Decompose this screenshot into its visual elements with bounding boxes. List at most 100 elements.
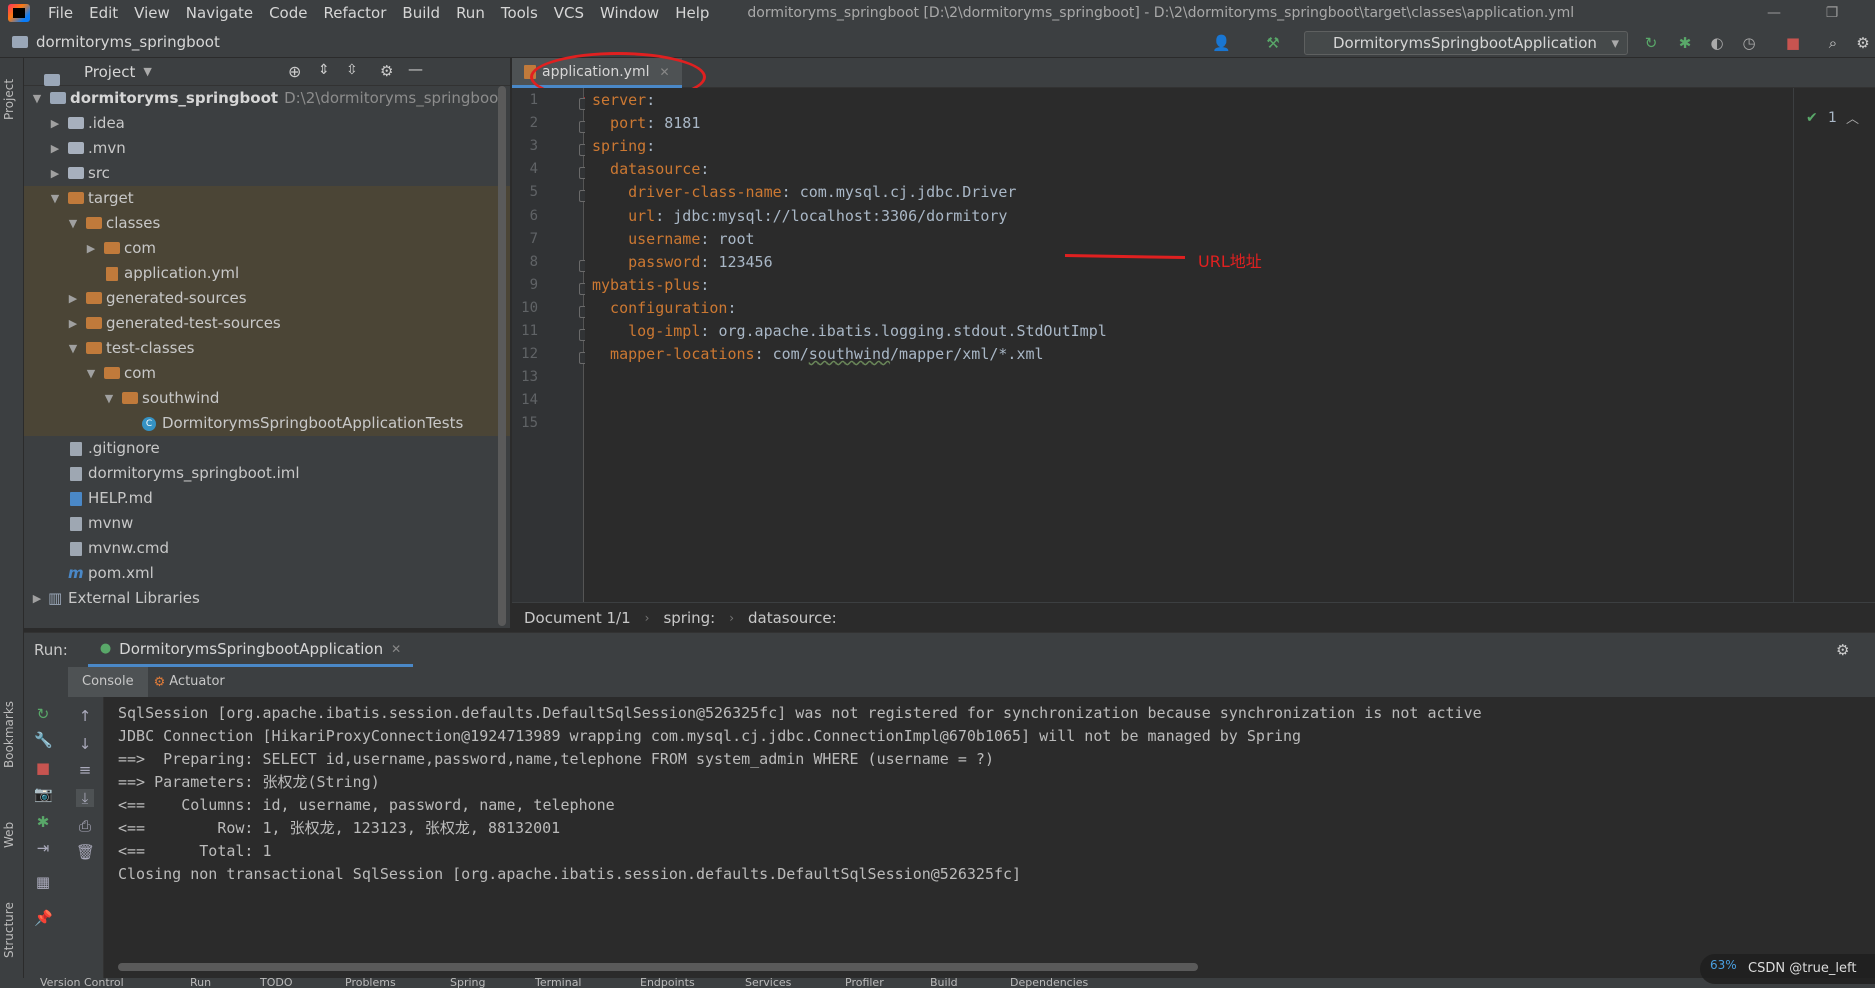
tree-item[interactable]: ▼ target [24, 186, 510, 211]
menu-tools[interactable]: Tools [493, 0, 546, 26]
panel-settings-icon[interactable]: ⚙ [380, 62, 393, 80]
rerun-icon[interactable]: ↻ [34, 705, 52, 723]
tree-item[interactable]: mvnw [24, 511, 510, 536]
rerun-icon[interactable]: ↻ [1642, 34, 1660, 52]
menu-navigate[interactable]: Navigate [178, 0, 261, 26]
code-editor[interactable]: server: port: 8181 spring: datasource: dr… [585, 88, 1793, 602]
close-icon[interactable]: ✕ [391, 642, 401, 656]
menu-run[interactable]: Run [448, 0, 493, 26]
trash-icon[interactable]: 🗑 [76, 843, 95, 861]
breadcrumb-document[interactable]: Document 1/1 [524, 609, 631, 627]
breadcrumb-spring[interactable]: spring: [663, 609, 715, 627]
chevron-down-icon[interactable]: ▼ [48, 186, 62, 211]
bookmarks-tool-label[interactable]: Bookmarks [2, 701, 16, 768]
menu-refactor[interactable]: Refactor [315, 0, 394, 26]
tree-item[interactable]: ▶ ▥ External Libraries [24, 586, 510, 611]
web-tool-label[interactable]: Web [2, 822, 16, 848]
wrench-icon[interactable]: 🔧 [34, 731, 53, 749]
terminal-tab[interactable]: Terminal [535, 978, 582, 988]
version-control-tab[interactable]: Version Control [40, 978, 124, 988]
expand-all-icon[interactable]: ⇕ [318, 62, 330, 78]
structure-tool-label[interactable]: Structure [2, 902, 16, 958]
layout-icon[interactable]: ▦ [34, 873, 52, 891]
menu-code[interactable]: Code [261, 0, 315, 26]
menu-view[interactable]: View [126, 0, 178, 26]
search-icon[interactable]: ⌕ [1824, 34, 1842, 52]
user-icon[interactable]: 👤 [1212, 34, 1231, 52]
pin-icon[interactable]: 📌 [34, 909, 53, 927]
services-tab[interactable]: Services [745, 978, 791, 988]
menu-build[interactable]: Build [394, 0, 448, 26]
tree-item[interactable]: C DormitorymsSpringbootApplicationTests [24, 411, 510, 436]
arrow-up-icon[interactable]: ↑ [76, 707, 94, 725]
chevron-down-icon[interactable]: ▼ [66, 211, 80, 236]
menu-vcs[interactable]: VCS [546, 0, 592, 26]
settings-gear-icon[interactable]: ⚙ [1854, 34, 1872, 52]
tree-item[interactable]: ▶ .mvn [24, 136, 510, 161]
tree-item[interactable]: application.yml [24, 261, 510, 286]
tree-item[interactable]: ▶ src [24, 161, 510, 186]
tree-item[interactable]: ▶ .idea [24, 111, 510, 136]
breadcrumb-datasource[interactable]: datasource: [748, 609, 837, 627]
menu-file[interactable]: File [40, 0, 81, 26]
settings-gear-icon[interactable]: ⚙ [1836, 641, 1849, 659]
soft-wrap-icon[interactable]: ≡ [76, 761, 94, 779]
chevron-right-icon[interactable]: ▶ [48, 136, 62, 161]
checkmark-icon[interactable]: ✔ [1806, 110, 1818, 126]
chevron-down-icon[interactable]: ▼ [84, 361, 98, 386]
problems-tab[interactable]: Problems [345, 978, 396, 988]
menu-edit[interactable]: Edit [81, 0, 126, 26]
tree-item[interactable]: ▶ com [24, 236, 510, 261]
menu-help[interactable]: Help [667, 0, 717, 26]
stop-icon[interactable]: ■ [34, 759, 52, 777]
chevron-right-icon[interactable]: ▶ [66, 286, 80, 311]
print-icon[interactable]: ⎙ [76, 817, 94, 835]
project-tool-label[interactable]: Project [2, 79, 16, 120]
debug-icon[interactable]: ✱ [34, 813, 52, 831]
tree-item[interactable]: ▶ generated-test-sources [24, 311, 510, 336]
dependencies-tab[interactable]: Dependencies [1010, 978, 1088, 988]
minimize-icon[interactable]: — [1754, 0, 1794, 26]
chevron-right-icon[interactable]: ▶ [84, 236, 98, 261]
run-tab[interactable]: ● DormitorymsSpringbootApplication ✕ [87, 633, 414, 667]
endpoints-tab[interactable]: Endpoints [640, 978, 695, 988]
chevron-down-icon[interactable]: ▼ [30, 86, 44, 111]
project-scrollbar[interactable] [498, 86, 506, 626]
chevron-right-icon[interactable]: ▶ [30, 586, 44, 611]
debug-icon[interactable]: ✱ [1676, 34, 1694, 52]
spring-tab[interactable]: Spring [450, 978, 486, 988]
exit-icon[interactable]: ⇥ [34, 839, 52, 857]
hide-panel-icon[interactable]: — [408, 60, 423, 78]
chevron-down-icon[interactable]: ▼ [143, 65, 151, 78]
restore-icon[interactable]: ❐ [1812, 0, 1852, 26]
tab-console[interactable]: Console [68, 667, 148, 697]
tree-item[interactable]: ▼ dormitoryms_springboot D:\2\dormitoryms… [24, 86, 510, 111]
coverage-icon[interactable]: ◐ [1708, 34, 1726, 52]
project-breadcrumb[interactable]: dormitoryms_springboot [12, 33, 220, 51]
tree-item[interactable]: HELP.md [24, 486, 510, 511]
camera-icon[interactable]: 📷 [34, 785, 53, 803]
tree-item[interactable]: ▶ generated-sources [24, 286, 510, 311]
chevron-down-icon[interactable]: ▼ [102, 386, 116, 411]
stop-icon[interactable]: ■ [1784, 34, 1802, 52]
profiler-tab[interactable]: Profiler [845, 978, 884, 988]
build-tab[interactable]: Build [930, 978, 958, 988]
collapse-all-icon[interactable]: ⇳ [346, 62, 358, 78]
tree-item[interactable]: m pom.xml [24, 561, 510, 586]
tree-item[interactable]: ▼ classes [24, 211, 510, 236]
tree-item[interactable]: dormitoryms_springboot.iml [24, 461, 510, 486]
locate-icon[interactable]: ⊕ [288, 62, 301, 81]
tree-item[interactable]: ▼ test-classes [24, 336, 510, 361]
scroll-to-end-icon[interactable]: ⤓ [76, 789, 94, 807]
project-panel-title[interactable]: Project [84, 63, 135, 81]
chevron-right-icon[interactable]: ▶ [48, 111, 62, 136]
arrow-down-icon[interactable]: ↓ [76, 735, 94, 753]
console-hscrollbar[interactable] [118, 963, 1198, 971]
run-configuration-select[interactable]: DormitorymsSpringbootApplication [1304, 31, 1628, 55]
tree-item[interactable]: mvnw.cmd [24, 536, 510, 561]
tree-item[interactable]: ▼ com [24, 361, 510, 386]
console-output[interactable]: SqlSession [org.apache.ibatis.session.de… [104, 697, 1875, 979]
menu-window[interactable]: Window [592, 0, 667, 26]
chevron-down-icon[interactable]: ▼ [66, 336, 80, 361]
chevron-right-icon[interactable]: ▶ [48, 161, 62, 186]
